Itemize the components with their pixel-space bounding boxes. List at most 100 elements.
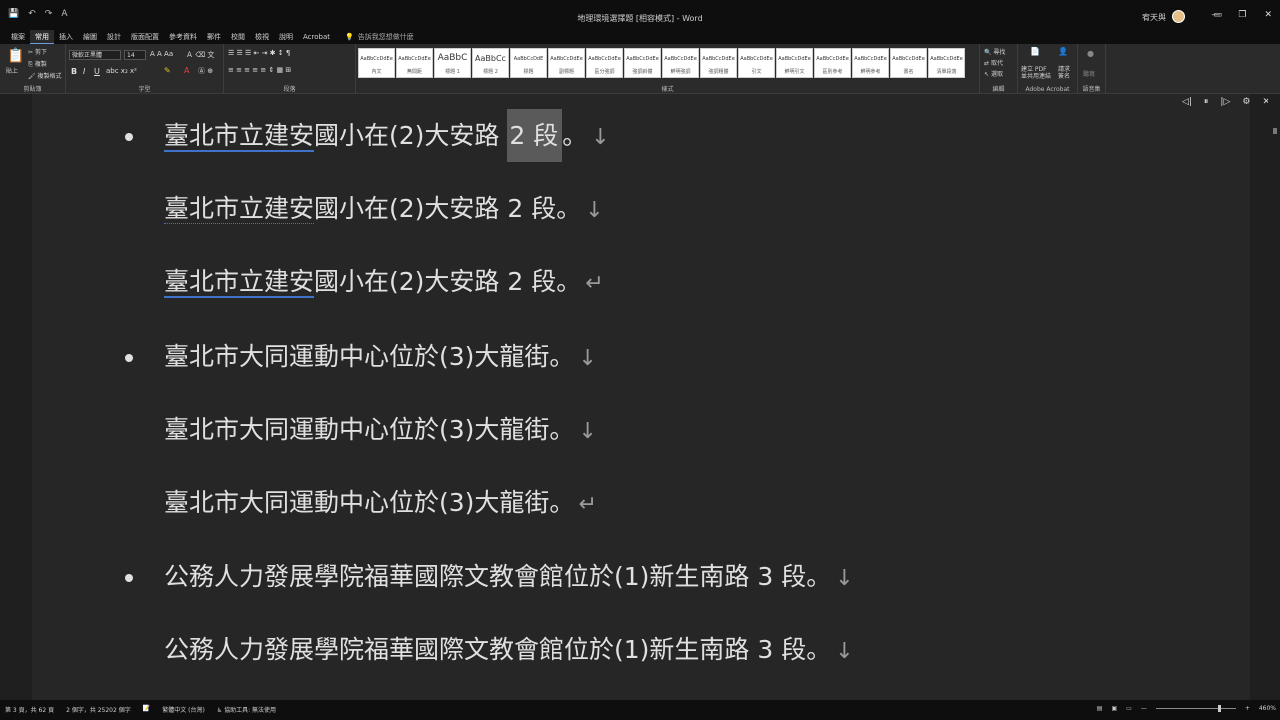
font-name-select[interactable]: 微軟正黑體 [69, 50, 121, 60]
proofing-icon[interactable]: 📝 [143, 705, 150, 714]
language[interactable]: 繁體中文 (台灣) [162, 705, 205, 714]
tab-review[interactable]: 校閱 [226, 30, 250, 44]
style-13[interactable]: AaBbCcDdEe 鮮明參考 [852, 48, 889, 78]
paragraph-line[interactable]: 公務人力發展學院福華國際文教會館位於(1)新生南路 3 段。 ↓ [164, 557, 854, 593]
style-6[interactable]: AaBbCcDdEe 區分強調 [586, 48, 623, 78]
tab-home[interactable]: 常用 [30, 30, 54, 44]
text-run: 國小在(2)大安路 [314, 267, 508, 296]
document-page[interactable] [32, 94, 1250, 700]
style-9[interactable]: AaBbCcDdEe 強調粗體 [700, 48, 737, 78]
style-7[interactable]: AaBbCcDdEe 強調斜體 [624, 48, 661, 78]
paragraph-line[interactable]: 臺北市立建安國小在(2)大安路 2 段。 ↓ [164, 109, 610, 162]
pause-icon[interactable]: ⏸ [1204, 97, 1209, 107]
word-count[interactable]: 2 個字，共 25202 個字 [66, 705, 131, 714]
request-sign-icon[interactable]: 👤 [1058, 47, 1068, 56]
font-color-icon[interactable]: A [184, 66, 189, 75]
user-account[interactable]: 宥天與 [1142, 9, 1185, 23]
paste-icon[interactable]: 📋 [7, 48, 24, 64]
previous-icon[interactable]: ◁| [1182, 97, 1192, 107]
underline-button[interactable]: U [94, 67, 100, 76]
tab-view[interactable]: 檢視 [250, 30, 274, 44]
text-run: 臺北市大同運動中心位於(3)大龍街 [164, 415, 550, 444]
style-sample: AaBbCcDdEe [816, 56, 849, 62]
align-icon[interactable]: ≡ ≡ ≡ ≡ ≡ ⇕ ▦ ⊞ [228, 66, 291, 74]
minimize-button[interactable]: — [1211, 10, 1220, 20]
paste-button[interactable]: 貼上 [6, 66, 18, 75]
bold-button[interactable]: B [71, 67, 77, 76]
next-icon[interactable]: |▷ [1220, 97, 1230, 107]
tab-insert[interactable]: 插入 [54, 30, 78, 44]
style-15[interactable]: AaBbCcDdEe 清單段落 [928, 48, 965, 78]
window-title: 地理環境選擇題 [相容模式] - Word [577, 14, 703, 23]
find-button[interactable]: 🔍 尋找 [984, 47, 1005, 56]
style-5[interactable]: AaBbCcDdEe 副標題 [548, 48, 585, 78]
replace-button[interactable]: ⇄ 取代 [984, 58, 1003, 67]
tab-help[interactable]: 說明 [274, 30, 298, 44]
style-12[interactable]: AaBbCcDdEe 區別參考 [814, 48, 851, 78]
settings-icon[interactable]: ⚙ [1242, 97, 1250, 107]
read-mode-icon[interactable]: ▤ [1097, 705, 1103, 712]
tab-acrobat[interactable]: Acrobat [298, 30, 335, 44]
clipboard-label: 剪貼簿 [23, 86, 42, 93]
web-layout-icon[interactable]: ▭ [1126, 705, 1132, 712]
clear-format-icon[interactable]: Ａ ⌫ 文 [186, 50, 214, 60]
char-shading-icon[interactable]: Ⓐ ⊕ [198, 66, 213, 76]
tab-draw[interactable]: 繪圖 [78, 30, 102, 44]
style-1[interactable]: AaBbCcDdEe 無間距 [396, 48, 433, 78]
tab-design[interactable]: 設計 [102, 30, 126, 44]
style-4[interactable]: AaBbCcDdE 標題 [510, 48, 547, 78]
tell-me-text: 告訴我您想做什麼 [357, 33, 414, 41]
tab-file[interactable]: 檔案 [6, 30, 30, 44]
zoom-level[interactable]: 460% [1259, 705, 1276, 712]
paragraph-line[interactable]: 臺北市大同運動中心位於(3)大龍街。 ↵ [164, 483, 597, 519]
style-3[interactable]: AaBbCc 標題 2 [472, 48, 509, 78]
select-button[interactable]: ↖ 選取 [984, 69, 1003, 78]
bullets-icon[interactable]: ☰ ☰ ☰ ⇤ ⇥ ✱ ↕ ¶ [228, 49, 290, 57]
dictate-button[interactable]: 聽寫 [1083, 69, 1095, 78]
tab-mailings[interactable]: 郵件 [202, 30, 226, 44]
request-sign-button-line2: 簽名 [1058, 73, 1071, 80]
paragraph-mark-icon: ↓ [578, 419, 597, 444]
paragraph-line[interactable]: 臺北市立建安國小在(2)大安路 2 段。 ↓ [164, 189, 604, 225]
strikethrough-icon[interactable]: abc x₂ x² [106, 67, 137, 75]
editing-group: 🔍 尋找 ⇄ 取代 ↖ 選取 編輯 [980, 44, 1018, 94]
highlight-icon[interactable]: ✎ [164, 66, 171, 75]
zoom-in-button[interactable]: + [1245, 705, 1250, 712]
vertical-scrollbar[interactable] [1268, 94, 1280, 700]
style-11[interactable]: AaBbCcDdEe 鮮明引文 [776, 48, 813, 78]
style-2[interactable]: AaBbC 標題 1 [434, 48, 471, 78]
style-name: 標題 [523, 69, 534, 75]
style-14[interactable]: AaBbCcDdEe 書名 [890, 48, 927, 78]
create-pdf-icon[interactable]: 📄 [1030, 47, 1040, 56]
style-10[interactable]: AaBbCcDdEe 引文 [738, 48, 775, 78]
grow-font-icon[interactable]: A A Aa [150, 50, 173, 58]
microphone-icon[interactable]: ● [1087, 49, 1094, 58]
style-sample: AaBbCcDdEe [664, 56, 697, 62]
style-sample: AaBbCcDdEe [740, 56, 773, 62]
restore-button[interactable]: ❐ [1238, 10, 1246, 20]
page-count[interactable]: 第 3 頁，共 62 頁 [5, 705, 54, 714]
paragraph-line[interactable]: 臺北市立建安國小在(2)大安路 2 段。 ↵ [164, 262, 604, 298]
style-8[interactable]: AaBbCcDdEe 鮮明強調 [662, 48, 699, 78]
font-size-select[interactable]: 14 [124, 50, 146, 60]
tell-me-box[interactable]: 💡 告訴我您想做什麼 [345, 32, 414, 42]
avatar[interactable] [1172, 9, 1185, 23]
zoom-slider-thumb[interactable] [1218, 705, 1222, 712]
print-layout-icon[interactable]: ▣ [1111, 705, 1117, 712]
copy-button[interactable]: ⎘ 複製 [28, 59, 47, 69]
format-painter-button[interactable]: 🖌 複製格式 [28, 71, 62, 80]
cut-button[interactable]: ✂ 剪下 [28, 47, 47, 56]
font-group: 微軟正黑體 14 A A Aa Ａ ⌫ 文 B I U abc x₂ x² ✎ … [66, 44, 224, 94]
close-button[interactable]: ✕ [1264, 10, 1272, 20]
paragraph-line[interactable]: 臺北市大同運動中心位於(3)大龍街。 ↓ [164, 410, 597, 446]
accessibility-status[interactable]: ♿ 協助工具: 無法使用 [217, 705, 276, 714]
tab-references[interactable]: 參考資料 [164, 30, 202, 44]
paragraph-line[interactable]: 公務人力發展學院福華國際文教會館位於(1)新生南路 3 段。 ↓ [164, 630, 854, 666]
italic-button[interactable]: I [83, 67, 85, 76]
scrollbar-thumb[interactable] [1273, 128, 1277, 134]
style-0[interactable]: AaBbCcDdEe 內文 [358, 48, 395, 78]
zoom-slider[interactable] [1155, 705, 1236, 712]
tab-layout[interactable]: 版面配置 [126, 30, 164, 44]
zoom-out-button[interactable]: — [1141, 705, 1147, 712]
paragraph-line[interactable]: 臺北市大同運動中心位於(3)大龍街。 ↓ [164, 337, 597, 373]
